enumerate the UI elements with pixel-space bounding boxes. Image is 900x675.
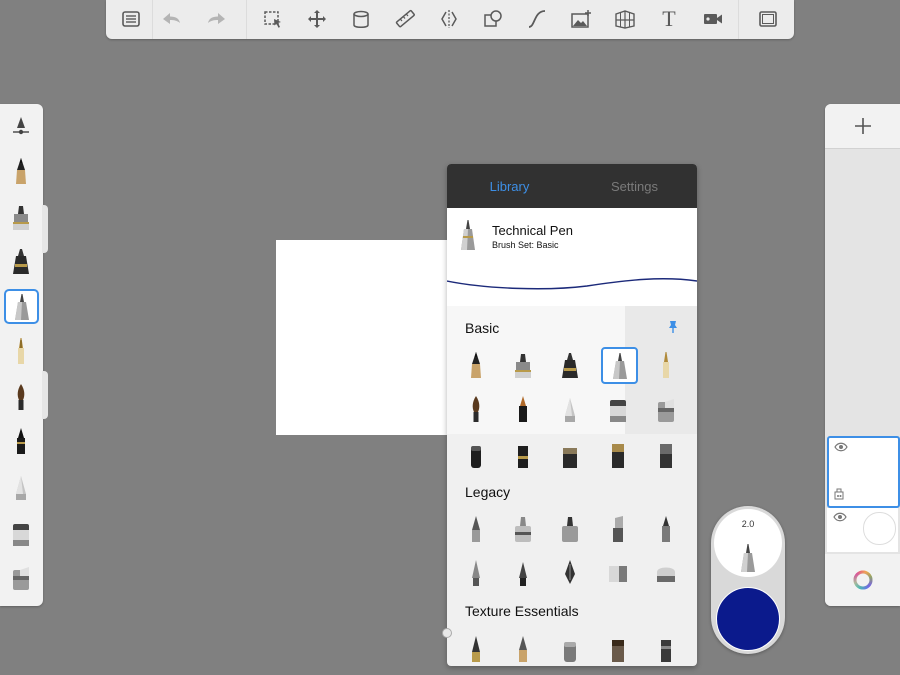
library-tab-bar: Library Settings bbox=[447, 164, 697, 208]
brush-marker[interactable] bbox=[506, 348, 540, 382]
gallery-icon[interactable] bbox=[118, 6, 144, 32]
brush-texture-4[interactable] bbox=[601, 438, 635, 472]
texture-brush-4[interactable] bbox=[601, 632, 635, 666]
add-layer-button[interactable] bbox=[825, 104, 900, 149]
legacy-brush-9[interactable] bbox=[601, 556, 635, 590]
right-panel bbox=[825, 104, 900, 606]
technical-pen-icon bbox=[741, 544, 755, 572]
brush-paint[interactable] bbox=[459, 392, 493, 426]
legacy-brush-7[interactable] bbox=[506, 556, 540, 590]
texture-brush-5[interactable] bbox=[649, 632, 683, 666]
current-brush-name: Technical Pen bbox=[492, 223, 573, 238]
brush-size-control[interactable]: 2.0 bbox=[714, 509, 782, 577]
toolbar-divider bbox=[246, 0, 247, 39]
legacy-brush-4[interactable] bbox=[601, 512, 635, 546]
fill-icon[interactable] bbox=[348, 6, 374, 32]
brush-fineliner[interactable] bbox=[649, 348, 683, 382]
brush-slot-fineliner[interactable] bbox=[4, 334, 38, 368]
texture-brush-1[interactable] bbox=[459, 632, 493, 666]
brush-slot-paint[interactable] bbox=[4, 424, 38, 458]
plus-icon bbox=[854, 118, 871, 134]
fullscreen-icon[interactable] bbox=[755, 6, 781, 32]
background-color-circle[interactable] bbox=[863, 512, 896, 545]
perspective-icon[interactable] bbox=[612, 6, 638, 32]
eye-icon[interactable] bbox=[833, 512, 847, 522]
brush-slot-pencil[interactable] bbox=[4, 154, 38, 188]
legacy-brush-2[interactable] bbox=[506, 512, 540, 546]
current-color-swatch[interactable] bbox=[716, 587, 780, 651]
top-toolbar: T bbox=[106, 0, 794, 39]
brush-slot-marker[interactable] bbox=[4, 200, 38, 234]
brush-texture-1[interactable] bbox=[459, 438, 493, 472]
eye-icon[interactable] bbox=[834, 442, 848, 452]
left-brush-bar bbox=[0, 104, 48, 606]
toolbar-divider bbox=[738, 0, 739, 39]
selection-icon[interactable] bbox=[260, 6, 286, 32]
brush-slot-technical-pen[interactable] bbox=[4, 289, 39, 324]
text-icon[interactable]: T bbox=[656, 6, 682, 32]
legacy-brush-1[interactable] bbox=[459, 512, 493, 546]
section-title-basic: Basic bbox=[465, 320, 500, 336]
blend-mode-icon[interactable] bbox=[834, 488, 846, 500]
layout-toggle-icon[interactable] bbox=[4, 110, 38, 144]
section-title-legacy: Legacy bbox=[465, 484, 511, 500]
color-wheel-icon bbox=[853, 570, 872, 590]
brush-texture-2[interactable] bbox=[506, 438, 540, 472]
section-title-texture-essentials: Texture Essentials bbox=[465, 603, 579, 619]
tab-library[interactable]: Library bbox=[447, 179, 572, 194]
brush-preview: Technical Pen Brush Set: Basic bbox=[447, 208, 697, 306]
shapes-icon[interactable] bbox=[480, 6, 506, 32]
symmetry-icon[interactable] bbox=[436, 6, 462, 32]
brush-slot-airbrush[interactable] bbox=[4, 470, 38, 504]
toolbar-divider bbox=[152, 0, 153, 39]
brush-airbrush[interactable] bbox=[553, 392, 587, 426]
brush-texture-5[interactable] bbox=[649, 438, 683, 472]
current-brush-set: Brush Set: Basic bbox=[492, 240, 559, 250]
brush-slot-smudge[interactable] bbox=[4, 560, 38, 594]
brush-bar-handle[interactable] bbox=[42, 371, 48, 419]
texture-brush-2[interactable] bbox=[506, 632, 540, 666]
brush-calligraphy[interactable] bbox=[506, 392, 540, 426]
brush-eraser[interactable] bbox=[601, 392, 635, 426]
legacy-brush-8[interactable] bbox=[553, 556, 587, 590]
brush-size-value: 2.0 bbox=[741, 519, 755, 529]
brush-pencil[interactable] bbox=[459, 348, 493, 382]
brush-ink[interactable] bbox=[553, 348, 587, 382]
transform-icon[interactable] bbox=[304, 6, 330, 32]
record-icon[interactable] bbox=[700, 6, 726, 32]
panel-resize-handle[interactable] bbox=[442, 628, 452, 638]
brush-bar-handle[interactable] bbox=[42, 205, 48, 253]
layer-thumbnail-selected[interactable] bbox=[827, 436, 900, 508]
brush-slot-ink[interactable] bbox=[4, 244, 38, 278]
texture-brush-3[interactable] bbox=[553, 632, 587, 666]
tab-settings[interactable]: Settings bbox=[572, 179, 697, 194]
legacy-brush-10[interactable] bbox=[649, 556, 683, 590]
technical-pen-icon bbox=[461, 220, 475, 250]
color-wheel-button[interactable] bbox=[825, 554, 900, 606]
ruler-icon[interactable] bbox=[392, 6, 418, 32]
image-icon[interactable] bbox=[568, 6, 594, 32]
redo-icon[interactable] bbox=[204, 6, 230, 32]
brush-texture-3[interactable] bbox=[553, 438, 587, 472]
brush-puck: 2.0 bbox=[711, 506, 785, 654]
brush-library-panel: Library Settings Technical Pen Brush Set… bbox=[447, 164, 697, 666]
legacy-brush-3[interactable] bbox=[553, 512, 587, 546]
brush-slot-brush[interactable] bbox=[4, 380, 38, 414]
brush-technical-pen[interactable] bbox=[601, 347, 638, 384]
layer-thumbnail[interactable] bbox=[827, 508, 898, 552]
stroke-preview bbox=[447, 278, 697, 290]
brush-smudge[interactable] bbox=[649, 392, 683, 426]
curve-icon[interactable] bbox=[524, 6, 550, 32]
brush-slot-eraser[interactable] bbox=[4, 516, 38, 550]
canvas[interactable] bbox=[276, 240, 448, 435]
legacy-brush-6[interactable] bbox=[459, 556, 493, 590]
undo-icon[interactable] bbox=[158, 6, 184, 32]
pin-icon[interactable] bbox=[667, 320, 679, 334]
legacy-brush-5[interactable] bbox=[649, 512, 683, 546]
